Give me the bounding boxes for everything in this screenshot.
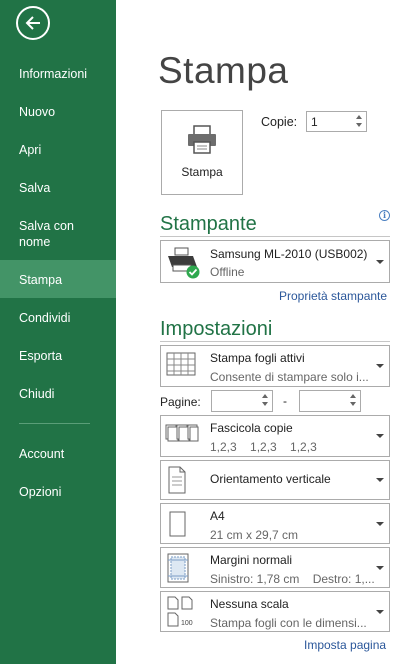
setting-title: Nessuna scala (210, 597, 289, 611)
chevron-down-icon (376, 522, 384, 526)
backstage-sidebar: Informazioni Nuovo Apri Salva Salva con … (0, 0, 116, 664)
setting-title: Fascicola copie (210, 421, 293, 435)
copies-value: 1 (311, 115, 318, 129)
printer-status-icon (168, 247, 200, 279)
nav-item-chiudi[interactable]: Chiudi (0, 386, 116, 402)
print-button[interactable]: Stampa (161, 110, 243, 195)
chevron-down-icon (376, 260, 384, 264)
setting-subtitle: Stampa fogli con le dimensi... (210, 616, 367, 630)
nav-item-stampa[interactable]: Stampa (0, 260, 116, 298)
nav-item-account[interactable]: Account (0, 446, 116, 462)
scaling-dropdown[interactable]: 100 Nessuna scala Stampa fogli con le di… (160, 591, 390, 632)
setting-title: A4 (210, 509, 225, 523)
nav-item-opzioni[interactable]: Opzioni (0, 484, 116, 500)
settings-heading-rule (160, 341, 390, 342)
portrait-icon (168, 466, 186, 494)
spin-up-icon[interactable] (350, 394, 356, 398)
spin-up-icon[interactable] (356, 115, 362, 119)
back-button[interactable] (16, 6, 50, 40)
printer-properties-link[interactable]: Proprietà stampante (279, 289, 387, 303)
margins-dropdown[interactable]: Margini normali Sinistro: 1,78 cm Destro… (160, 547, 390, 588)
pages-from-field[interactable] (211, 390, 273, 412)
nav-item-esporta[interactable]: Esporta (0, 348, 116, 364)
back-arrow-icon (25, 16, 40, 30)
printer-name: Samsung ML-2010 (USB002) (210, 247, 368, 261)
setting-subtitle: Sinistro: 1,78 cm Destro: 1,... (210, 572, 375, 586)
page-title: Stampa (158, 50, 289, 91)
nav-separator (19, 423, 90, 424)
printer-status: Offline (210, 265, 245, 279)
settings-heading: Impostazioni (160, 318, 273, 340)
copies-spinner[interactable] (353, 112, 366, 131)
nav-item-salva-con-nome[interactable]: Salva con nome (0, 218, 90, 250)
chevron-down-icon (376, 610, 384, 614)
copies-label: Copie: (261, 115, 298, 129)
spin-up-icon[interactable] (262, 394, 268, 398)
pages-to-spinner[interactable] (347, 391, 360, 410)
pages-dash: - (283, 394, 287, 408)
page-setup-link[interactable]: Imposta pagina (304, 638, 386, 652)
setting-subtitle: Consente di stampare solo i... (210, 370, 369, 384)
orientation-dropdown[interactable]: Orientamento verticale (160, 460, 390, 500)
svg-text:100: 100 (181, 620, 193, 627)
pages-from-spinner[interactable] (259, 391, 272, 410)
collate-icon (165, 424, 199, 442)
nav-item-informazioni[interactable]: Informazioni (0, 66, 116, 82)
printer-dropdown[interactable]: Samsung ML-2010 (USB002) Offline (160, 240, 390, 283)
spin-down-icon[interactable] (262, 402, 268, 406)
chevron-down-icon (376, 364, 384, 368)
pages-label: Pagine: (160, 395, 201, 409)
printer-icon (188, 125, 216, 154)
print-button-label: Stampa (181, 165, 223, 179)
pages-to-field[interactable] (299, 390, 361, 412)
setting-subtitle: 21 cm x 29,7 cm (210, 528, 299, 542)
sheets-icon (166, 352, 196, 376)
nav-item-nuovo[interactable]: Nuovo (0, 104, 116, 120)
setting-subtitle: 1,2,3 1,2,3 1,2,3 (210, 440, 317, 454)
chevron-down-icon (376, 478, 384, 482)
setting-title: Stampa fogli attivi (210, 351, 305, 365)
collate-dropdown[interactable]: Fascicola copie 1,2,3 1,2,3 1,2,3 (160, 415, 390, 457)
paper-size-dropdown[interactable]: A4 21 cm x 29,7 cm (160, 503, 390, 544)
margins-icon (167, 553, 189, 583)
nav-item-salva[interactable]: Salva (0, 180, 116, 196)
setting-title: Margini normali (210, 553, 293, 567)
chevron-down-icon (376, 434, 384, 438)
scaling-icon: 100 (167, 596, 193, 627)
copies-stepper[interactable]: 1 (306, 111, 367, 132)
printer-heading-rule (160, 236, 390, 237)
paper-size-icon (169, 511, 186, 537)
spin-down-icon[interactable] (350, 402, 356, 406)
printer-heading: Stampante (160, 213, 257, 235)
info-icon[interactable]: i (379, 210, 390, 221)
setting-title: Orientamento verticale (210, 472, 331, 486)
nav-item-apri[interactable]: Apri (0, 142, 116, 158)
chevron-down-icon (376, 566, 384, 570)
nav-item-condividi[interactable]: Condividi (0, 310, 116, 326)
spin-down-icon[interactable] (356, 123, 362, 127)
print-what-dropdown[interactable]: Stampa fogli attivi Consente di stampare… (160, 345, 390, 387)
